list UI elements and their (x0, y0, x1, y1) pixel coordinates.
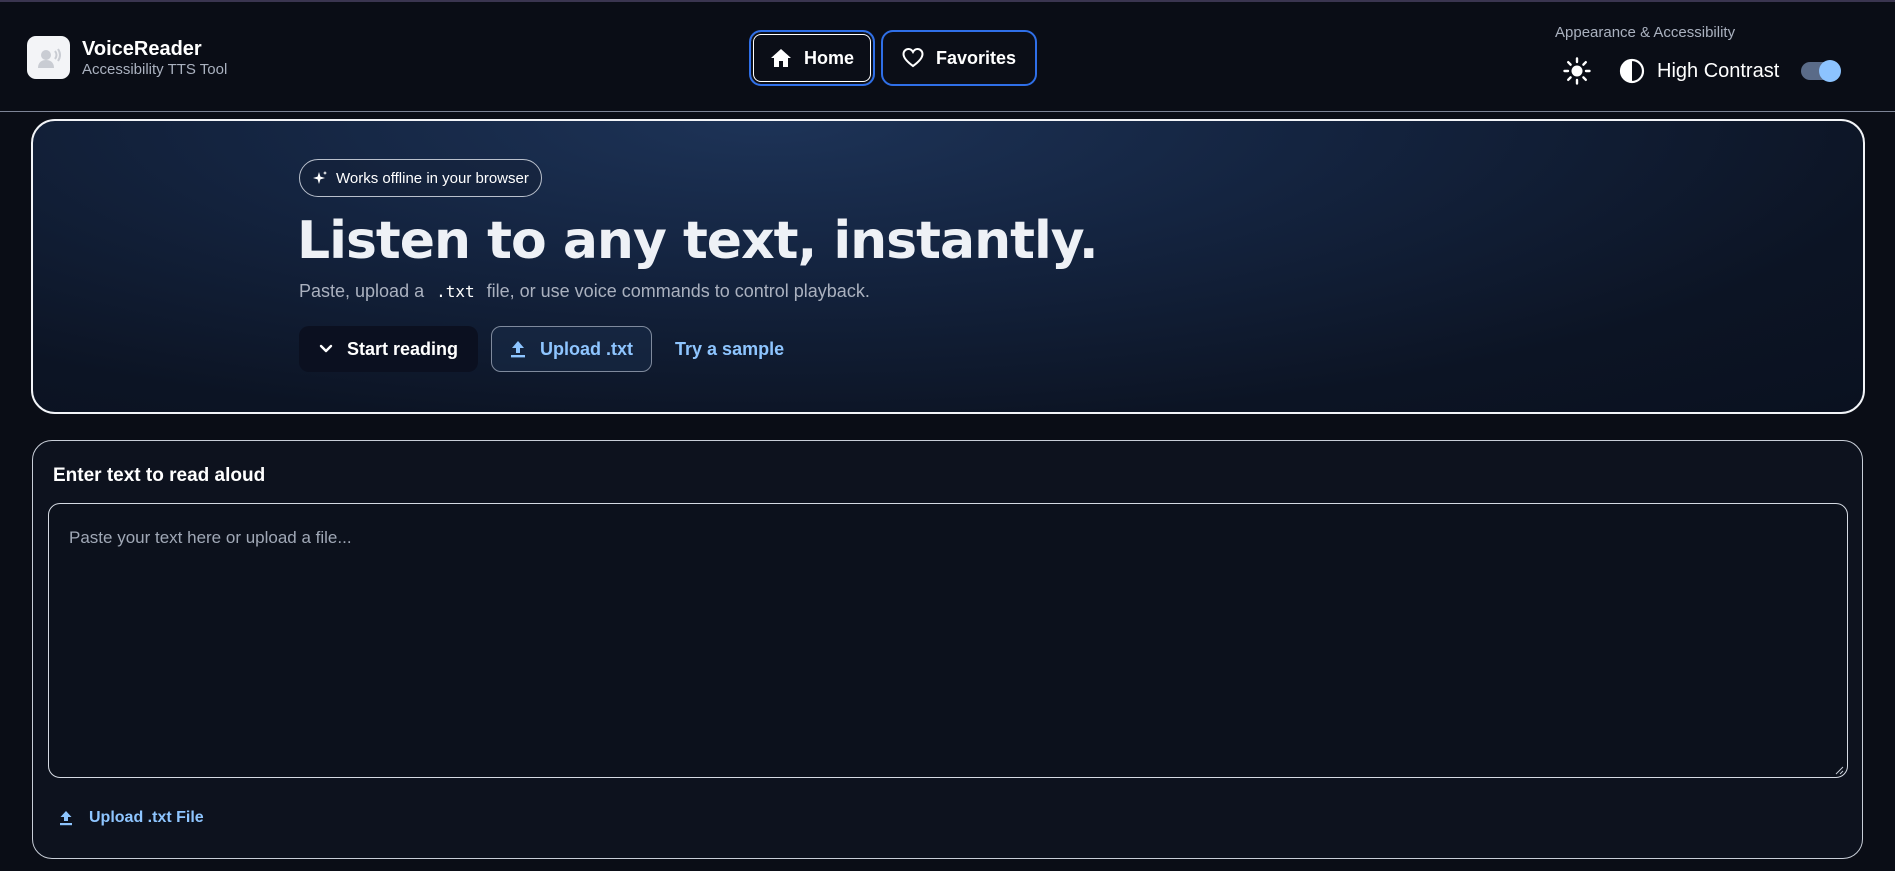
hero-actions: Start reading Upload .txt Try a sample (299, 326, 784, 372)
app-subtitle: Accessibility TTS Tool (82, 60, 228, 78)
hero-upload-label: Upload .txt (540, 338, 634, 359)
appearance-label: Appearance & Accessibility (1555, 24, 1736, 41)
nav-home-label: Home (804, 47, 855, 68)
nav-favorites-label: Favorites (936, 47, 1017, 68)
hero-subtitle-before: Paste, upload a (299, 281, 425, 301)
hero-subtitle: Paste, upload a .txt file, or use voice … (299, 281, 870, 302)
home-icon (771, 49, 791, 67)
offline-badge: Works offline in your browser (299, 159, 542, 197)
heart-icon (902, 48, 924, 68)
sparkle-icon (313, 171, 327, 184)
text-input-panel: Enter text to read aloud Upload .txt Fil… (32, 440, 1863, 859)
nav-home-button[interactable]: Home (749, 30, 876, 86)
app-title: VoiceReader (82, 37, 202, 60)
chevron-down-icon (319, 344, 333, 353)
contrast-icon (1619, 58, 1645, 84)
toggle-knob (1819, 60, 1842, 82)
hero-subtitle-after: file, or use voice commands to control p… (486, 281, 870, 301)
main-nav: Home Favorites (749, 30, 1038, 86)
try-sample-link[interactable]: Try a sample (675, 339, 784, 360)
resize-grip-icon[interactable] (1834, 765, 1844, 775)
hero-title: Listen to any text, instantly. (297, 211, 1099, 271)
upload-file-button[interactable]: Upload .txt File (59, 809, 204, 827)
start-reading-label: Start reading (347, 338, 459, 359)
hero-section: Works offline in your browser Listen to … (31, 119, 1865, 414)
start-reading-button[interactable]: Start reading (299, 326, 479, 372)
hero-subtitle-code: .txt (436, 282, 475, 301)
high-contrast-toggle[interactable] (1801, 60, 1842, 82)
high-contrast-label: High Contrast (1657, 59, 1780, 82)
upload-icon (60, 811, 72, 826)
speaker-person-icon (27, 36, 70, 79)
sun-icon[interactable] (1563, 57, 1591, 85)
brand[interactable]: VoiceReader Accessibility TTS Tool (27, 36, 227, 79)
upload-icon (511, 341, 526, 358)
text-input-area[interactable] (48, 503, 1848, 778)
panel-title: Enter text to read aloud (53, 465, 266, 486)
nav-favorites-button[interactable]: Favorites (881, 30, 1038, 86)
upload-file-label: Upload .txt File (89, 809, 204, 826)
hero-upload-button[interactable]: Upload .txt (491, 326, 653, 372)
appearance-settings: Appearance & Accessibility High Contrast (1555, 24, 1842, 85)
offline-badge-text: Works offline in your browser (336, 169, 529, 187)
app-header: VoiceReader Accessibility TTS Tool Home … (0, 2, 1895, 112)
